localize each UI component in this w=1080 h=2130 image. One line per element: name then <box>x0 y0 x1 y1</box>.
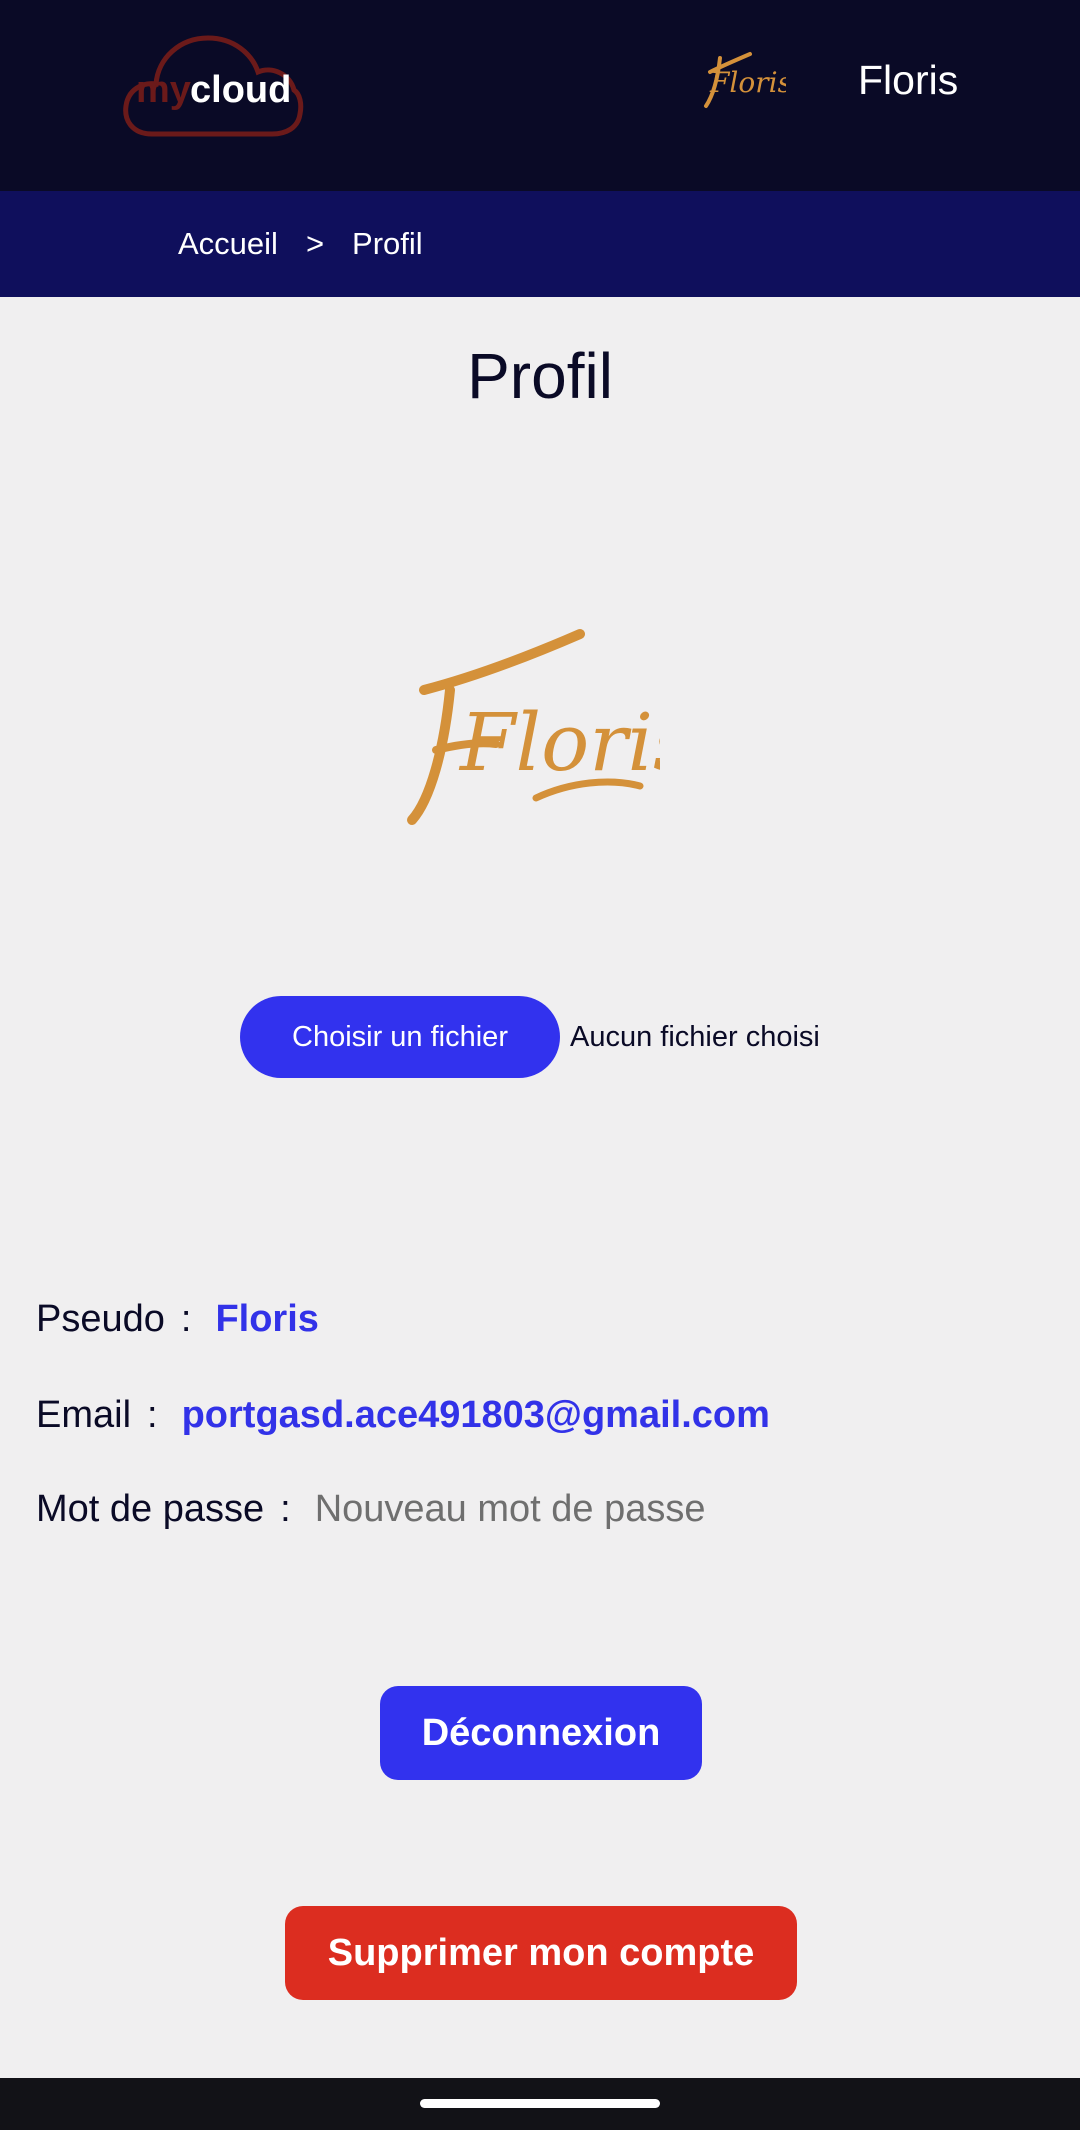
profile-avatar: Floris <box>400 620 694 840</box>
email-value: portgasd.ace491803@gmail.com <box>181 1394 770 1436</box>
profile-page: my cloud Floris Floris Accueil > Profil … <box>0 0 1080 2130</box>
choose-file-button[interactable]: Choisir un fichier <box>240 996 560 1078</box>
user-avatar-small[interactable]: Floris <box>696 44 792 112</box>
home-indicator[interactable] <box>420 2099 660 2108</box>
email-row: Email : portgasd.ace491803@gmail.com <box>36 1394 770 1437</box>
password-colon: : <box>280 1488 291 1530</box>
pseudo-colon: : <box>180 1298 192 1340</box>
avatar-small-text: Floris <box>709 66 786 99</box>
email-label: Email <box>36 1394 132 1436</box>
breadcrumb-current: Profil <box>352 226 423 261</box>
logo-cloud-text: cloud <box>190 69 291 111</box>
page-title: Profil <box>467 340 613 412</box>
email-colon: : <box>147 1394 158 1436</box>
avatar-large-text: Floris <box>458 696 660 789</box>
breadcrumb: Accueil > Profil <box>0 191 1080 297</box>
new-password-input[interactable] <box>314 1488 835 1531</box>
pseudo-value: Floris <box>215 1298 319 1340</box>
password-label: Mot de passe <box>36 1488 265 1530</box>
breadcrumb-home[interactable]: Accueil <box>178 226 278 262</box>
header-user-name[interactable]: Floris <box>858 56 958 104</box>
delete-account-button[interactable]: Supprimer mon compte <box>285 1906 797 2000</box>
logo-my-text: my <box>136 69 191 111</box>
pseudo-label: Pseudo <box>36 1298 165 1340</box>
logout-button[interactable]: Déconnexion <box>380 1686 702 1780</box>
pseudo-row: Pseudo : Floris <box>36 1298 319 1341</box>
file-status-text: Aucun fichier choisi <box>570 1020 820 1053</box>
breadcrumb-separator: > <box>305 226 325 261</box>
avatar-file-input: Choisir un fichier Aucun fichier choisi <box>240 996 820 1078</box>
app-header: my cloud Floris Floris <box>0 0 1080 191</box>
password-row: Mot de passe : <box>36 1488 835 1531</box>
mycloud-logo[interactable]: my cloud <box>122 24 304 140</box>
